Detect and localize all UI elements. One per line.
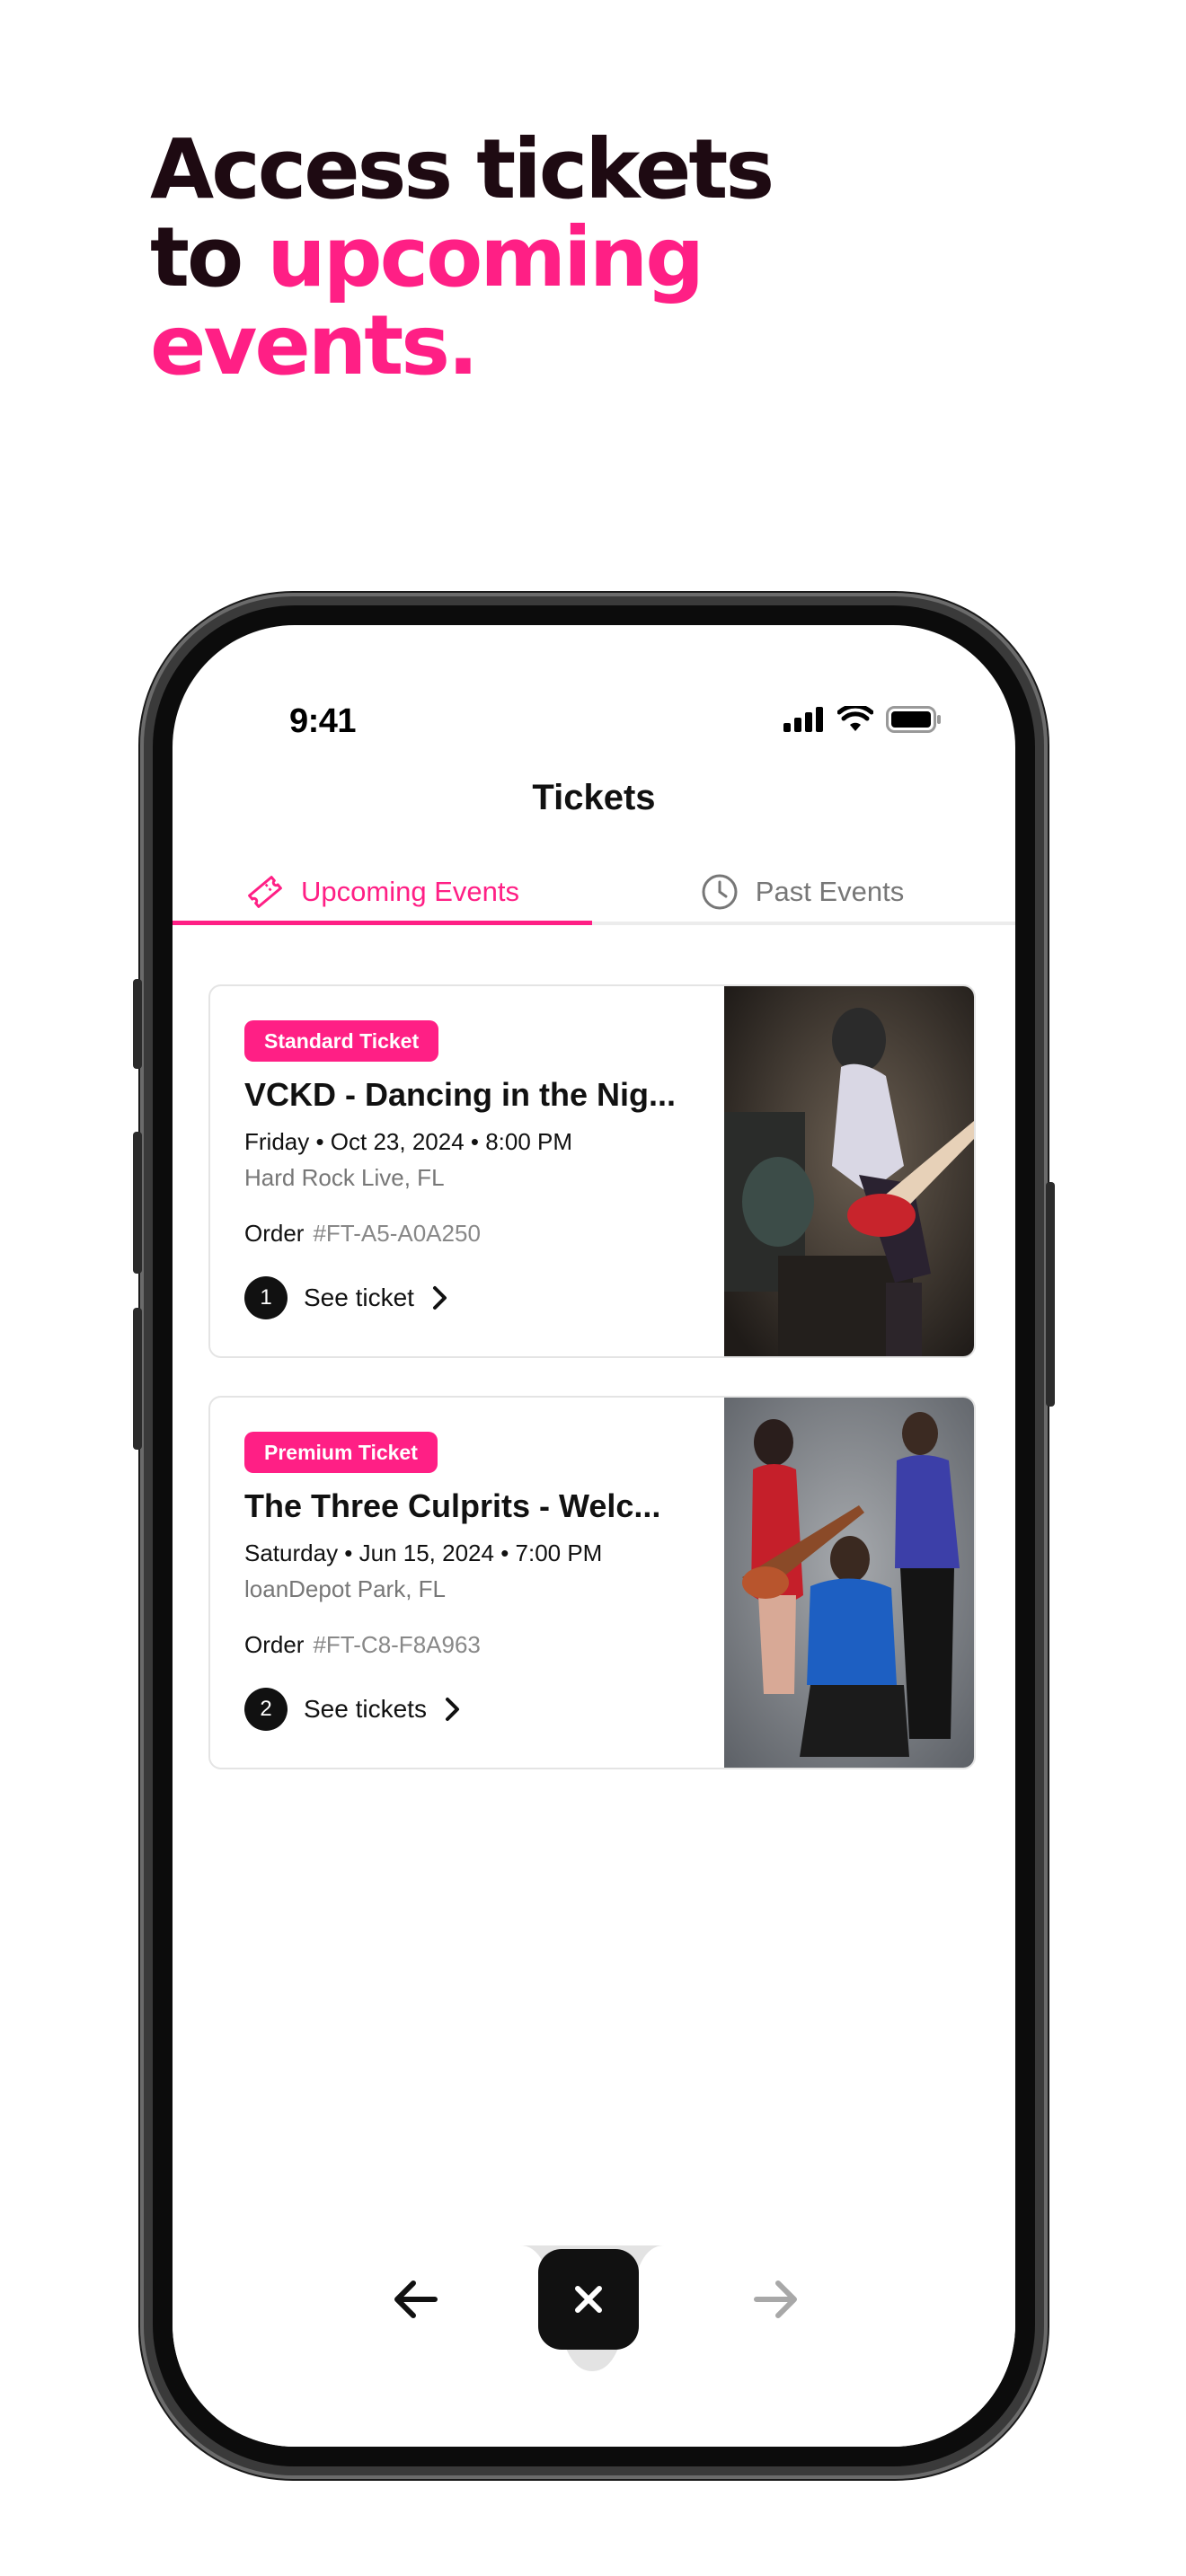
order-label: Order [244, 1220, 305, 1247]
ticket-tabs: Upcoming Events Past Events [173, 859, 1015, 925]
bottom-navigation-bar [173, 2245, 1015, 2447]
event-card[interactable]: Standard Ticket VCKD - Dancing in the Ni… [208, 984, 976, 1358]
status-time: 9:41 [289, 702, 357, 740]
phone-volume-up-button [133, 1132, 142, 1274]
clock-icon [702, 874, 738, 910]
phone-volume-down-button [133, 1308, 142, 1450]
ticket-type-badge: Standard Ticket [244, 1020, 439, 1062]
ticket-icon [248, 876, 282, 908]
event-date: Friday • Oct 23, 2024 • 8:00 PM [244, 1128, 573, 1155]
event-photo-band [724, 1398, 974, 1768]
phone-frame: 9:41 Tickets Upcoming Events Past Events… [133, 593, 1055, 2479]
event-title: The Three Culprits - Welc... [244, 1487, 661, 1524]
tab-past-label: Past Events [755, 876, 905, 907]
headline-plain-text: to [150, 209, 268, 305]
headline-line-3: events. [150, 297, 479, 393]
event-venue: Hard Rock Live, FL [244, 1164, 445, 1191]
phone-power-button [1046, 1182, 1055, 1407]
see-tickets-link[interactable]: 2 See tickets [244, 1687, 463, 1732]
marketing-headline: Access tickets to upcoming events. [150, 121, 774, 393]
tab-upcoming-events[interactable]: Upcoming Events [173, 859, 592, 925]
see-tickets-label: See tickets [304, 1695, 427, 1723]
close-icon [575, 2286, 602, 2313]
close-button[interactable] [538, 2249, 639, 2350]
event-date: Saturday • Jun 15, 2024 • 7:00 PM [244, 1539, 603, 1566]
order-code: #FT-A5-A0A250 [313, 1220, 481, 1247]
order-info: Order #FT-A5-A0A250 [244, 1220, 481, 1248]
tab-upcoming-label: Upcoming Events [301, 876, 519, 907]
active-tab-indicator [173, 921, 592, 925]
back-button[interactable] [386, 2271, 444, 2333]
event-card[interactable]: Premium Ticket The Three Culprits - Welc… [208, 1396, 976, 1769]
headline-line-1: Access tickets [150, 121, 774, 217]
arrow-left-icon [394, 2280, 438, 2318]
arrow-right-icon [754, 2280, 797, 2318]
ticket-type-badge: Premium Ticket [244, 1432, 438, 1473]
ticket-count-badge: 1 [244, 1276, 288, 1319]
cellular-signal-icon [783, 707, 823, 732]
wifi-icon [837, 706, 873, 731]
see-ticket-link[interactable]: 1 See ticket [244, 1275, 450, 1320]
headline-accent-text: upcoming [267, 209, 704, 305]
chevron-right-icon [445, 1698, 459, 1721]
event-venue: loanDepot Park, FL [244, 1575, 447, 1602]
ticket-count-badge: 2 [244, 1688, 288, 1731]
tab-past-events[interactable]: Past Events [592, 859, 1012, 925]
battery-icon [886, 706, 941, 733]
forward-button[interactable] [748, 2271, 805, 2333]
chevron-right-icon [432, 1286, 447, 1310]
order-label: Order [244, 1631, 305, 1658]
event-photo-guitarist [724, 986, 974, 1356]
order-code: #FT-C8-F8A963 [313, 1631, 481, 1658]
phone-action-button [133, 979, 142, 1069]
status-icons [783, 706, 942, 733]
page-title: Tickets [532, 778, 656, 817]
app-screen: 9:41 Tickets Upcoming Events Past Events… [173, 625, 1015, 2447]
see-ticket-label: See ticket [304, 1284, 414, 1311]
order-info: Order #FT-C8-F8A963 [244, 1631, 481, 1659]
headline-line-2: to upcoming [150, 214, 772, 302]
event-title: VCKD - Dancing in the Nig... [244, 1076, 677, 1113]
